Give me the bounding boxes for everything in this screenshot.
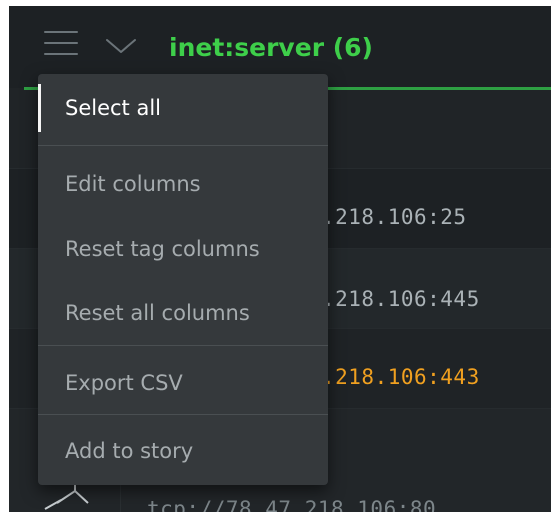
context-menu: Select all Edit columns Reset tag column… [38,74,328,485]
row-value: .218.106:443 [322,365,480,389]
menu-item-add-to-story[interactable]: Add to story [38,417,328,485]
page-title: inet:server (6) [169,33,373,62]
window-edge-left [0,0,9,512]
chevron-down-icon[interactable] [104,36,138,56]
menu-item-label: Select all [65,96,161,120]
menu-divider [38,145,328,146]
menu-item-export-csv[interactable]: Export CSV [38,349,328,417]
menu-item-reset-all-columns[interactable]: Reset all columns [38,279,328,347]
menu-item-edit-columns[interactable]: Edit columns [38,150,328,218]
app-frame: inet:server (6) .218.106:25 .218.106:445… [0,0,551,512]
active-indicator [38,84,41,132]
window-edge-top [0,0,551,6]
menu-item-select-all[interactable]: Select all [38,74,328,142]
row-value: .218.106:25 [322,205,467,229]
menu-divider [38,345,328,346]
row-value: .218.106:445 [322,287,480,311]
hamburger-icon[interactable] [44,30,78,56]
menu-item-label: Export CSV [65,371,183,395]
menu-item-reset-tag-columns[interactable]: Reset tag columns [38,215,328,283]
menu-item-label: Reset tag columns [65,237,260,261]
menu-item-label: Edit columns [65,172,201,196]
menu-divider [38,414,328,415]
row-value: tcp://78.47.218.106:80 [147,497,437,512]
menu-item-label: Add to story [65,439,194,463]
menu-item-label: Reset all columns [65,301,250,325]
